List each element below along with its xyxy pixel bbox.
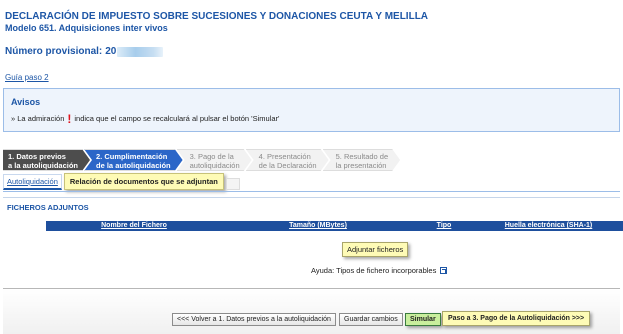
col-tipo[interactable]: Tipo [414,221,474,231]
tab-relacion-documentos[interactable]: Relación de documentos que se adjuntan [63,173,224,190]
page-header: DECLARACIÓN DE IMPUESTO SOBRE SUCESIONES… [5,11,428,34]
guardar-cambios-button[interactable]: Guardar cambios [339,313,403,326]
col-huella[interactable]: Huella electrónica (SHA-1) [474,221,623,231]
step-label-line1: 5. Resultado de [335,152,389,161]
page-subtitle: Modelo 651. Adquisiciones inter vivos [5,23,168,33]
step-datos-previos[interactable]: 1. Datos previos a la autoliquidación [3,149,90,171]
tab-divider [3,191,620,192]
step-label-line1: 2. Cumplimentación [96,152,168,161]
paso-3-button[interactable]: Paso a 3. Pago de la Autoliquidación >>> [442,311,591,326]
ficheros-title: FICHEROS ADJUNTOS [7,203,89,212]
ayuda-tipos-fichero: Ayuda: Tipos de fichero incorporables [311,266,448,275]
exclamation-icon: ! [67,111,72,126]
tab-placeholder [225,178,240,190]
avisos-message: » La admiración ! indica que el campo se… [11,111,280,126]
step-label-line1: 3. Pago de la [189,152,234,161]
avisos-text-prefix: » La admiración [11,114,65,123]
step-pago: 3. Pago de la autoliquidación [177,149,252,171]
step-label-line1: 4. Presentación [258,152,311,161]
provisional-value: 20 [105,46,117,57]
step-presentacion: 4. Presentación de la Declaración [246,149,329,171]
page-title: DECLARACIÓN DE IMPUESTO SOBRE SUCESIONES… [5,11,429,22]
step-label-line2: a la autoliquidación [8,161,79,170]
avisos-panel: Avisos » La admiración ! indica que el c… [3,88,620,132]
step-label-line2: autoliquidación [189,161,240,170]
step-cumplimentacion: 2. Cumplimentación de la autoliquidación [84,149,183,171]
external-link-icon[interactable] [440,267,448,274]
provisional-number: Número provisional: 20 [5,46,164,57]
simular-button[interactable]: Simular [405,313,441,326]
step-label-line1: 1. Datos previos [8,152,66,161]
redacted-number [117,46,164,57]
adjuntar-ficheros-button[interactable]: Adjuntar ficheros [342,242,409,257]
step-label-line2: de la Declaración [258,161,317,170]
tab-bar: Autoliquidación Relación de documentos q… [3,173,240,190]
provisional-label: Número provisional: [5,46,103,57]
col-tamano[interactable]: Tamaño (MBytes) [222,221,414,231]
col-nombre-fichero[interactable]: Nombre del Fichero [46,221,222,231]
step-label-line2: la presentación [335,161,387,170]
avisos-text-suffix: indica que el campo se recalculará al pu… [74,114,280,123]
guia-paso-link[interactable]: Guía paso 2 [5,73,49,82]
step-label-line2: de la autoliquidación [96,161,171,170]
avisos-title: Avisos [11,97,41,107]
ficheros-table-header: Nombre del Fichero Tamaño (MBytes) Tipo … [46,221,623,231]
volver-button[interactable]: <<< Volver a 1. Datos previos a la autol… [172,313,336,326]
tab-autoliquidacion[interactable]: Autoliquidación [3,174,62,190]
step-resultado: 5. Resultado de la presentación [323,149,401,171]
ayuda-text: Ayuda: Tipos de fichero incorporables [311,266,437,275]
progress-steps: 1. Datos previos a la autoliquidación 2.… [3,149,394,171]
